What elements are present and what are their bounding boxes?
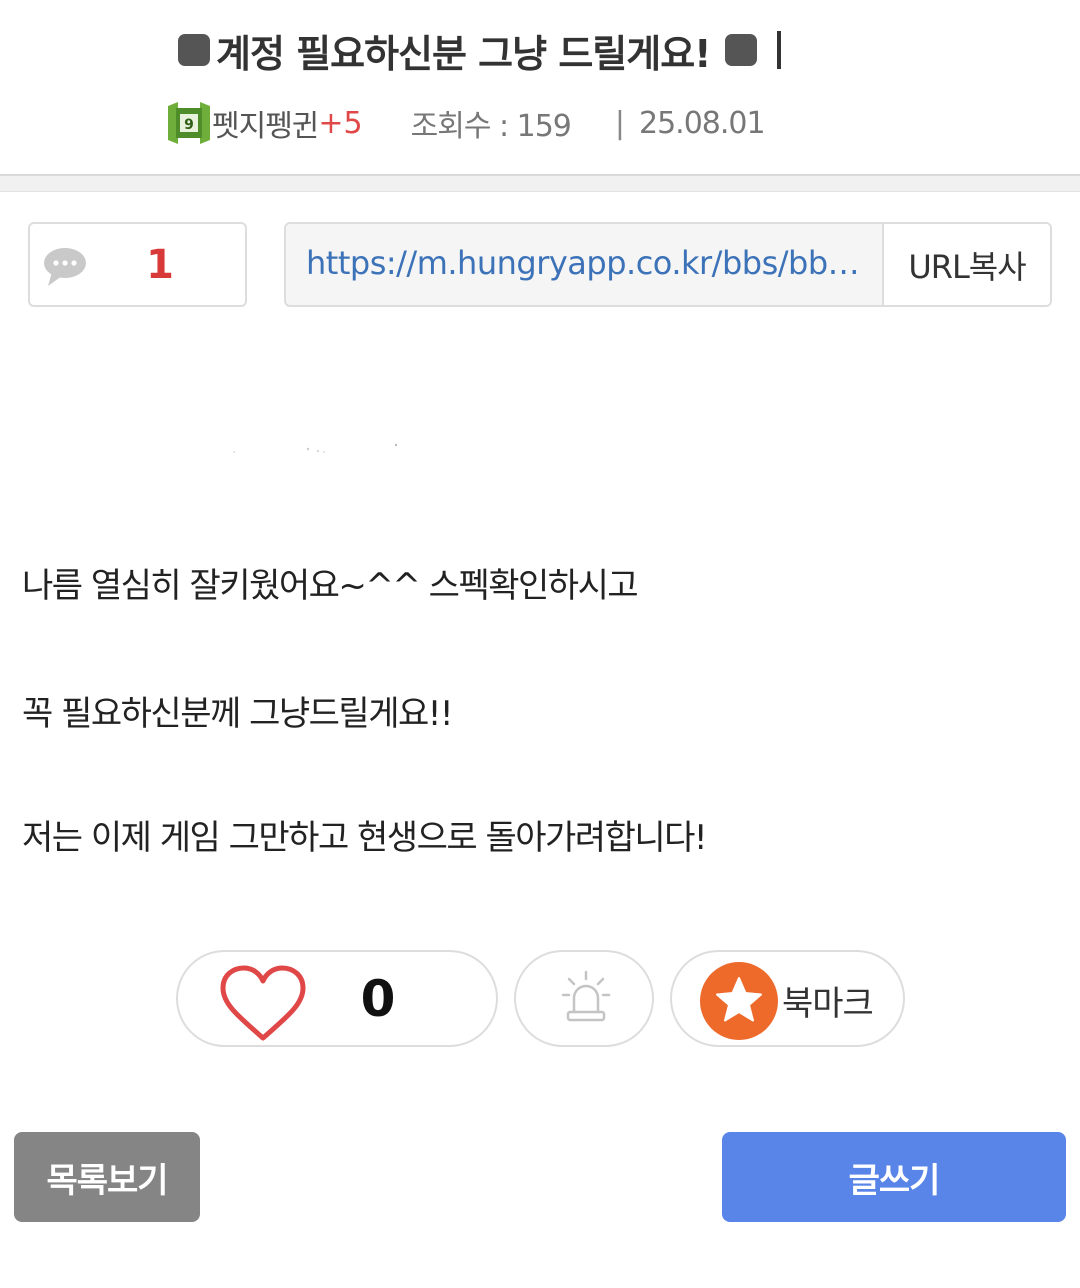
like-button[interactable]: 0	[176, 950, 498, 1047]
svg-text:9: 9	[184, 117, 194, 133]
star-icon	[700, 962, 778, 1040]
view-count: 조회수 : 159	[410, 109, 572, 144]
author-name[interactable]: 펫지펭귄	[212, 101, 319, 145]
post-body-line: 꼭 필요하신분께 그냥드릴게요!!	[22, 694, 454, 734]
bookmark-label: 북마크	[782, 984, 874, 1024]
list-view-button[interactable]: 목록보기	[14, 1132, 200, 1222]
post-body-line: 저는 이제 게임 그만하고 현생으로 돌아가려합니다!	[22, 818, 708, 858]
post-title-row: 계정 필요하신분 그냥 드릴게요!	[172, 22, 781, 78]
meta-separator: |	[614, 105, 625, 141]
image-placeholder	[230, 440, 410, 460]
title-square-icon	[178, 34, 210, 66]
author-level-badge: +5	[318, 105, 363, 141]
url-copy-button[interactable]: URL복사	[882, 224, 1050, 305]
heart-icon	[218, 964, 308, 1044]
post-url[interactable]: https://m.hungryapp.co.kr/bbs/bbs_...	[306, 244, 866, 282]
speech-bubble-icon	[42, 244, 88, 288]
write-post-button[interactable]: 글쓰기	[722, 1132, 1066, 1222]
title-square-icon	[724, 34, 757, 66]
level-badge-icon: 9	[168, 102, 210, 144]
comment-count: 1	[146, 242, 174, 288]
like-count: 0	[360, 970, 396, 1028]
url-share-box: https://m.hungryapp.co.kr/bbs/bbs_... UR…	[284, 222, 1052, 307]
bookmark-button[interactable]: 북마크	[670, 950, 905, 1047]
report-button[interactable]	[514, 950, 654, 1047]
siren-icon	[560, 970, 612, 1024]
post-header: 계정 필요하신분 그냥 드릴게요! 9 펫지펭귄 +5 조회수 : 159 | …	[0, 0, 1080, 175]
post-date: 25.08.01	[639, 105, 766, 141]
section-divider	[0, 174, 1080, 192]
comment-count-button[interactable]: 1	[28, 222, 247, 307]
post-meta: 9 펫지펭귄 +5 조회수 : 159 | 25.08.01	[168, 100, 766, 146]
text-cursor	[776, 31, 781, 69]
post-title: 계정 필요하신분 그냥 드릴게요!	[216, 31, 711, 76]
post-body-line: 나름 열심히 잘키웠어요~^^ 스펙확인하시고	[22, 566, 639, 606]
